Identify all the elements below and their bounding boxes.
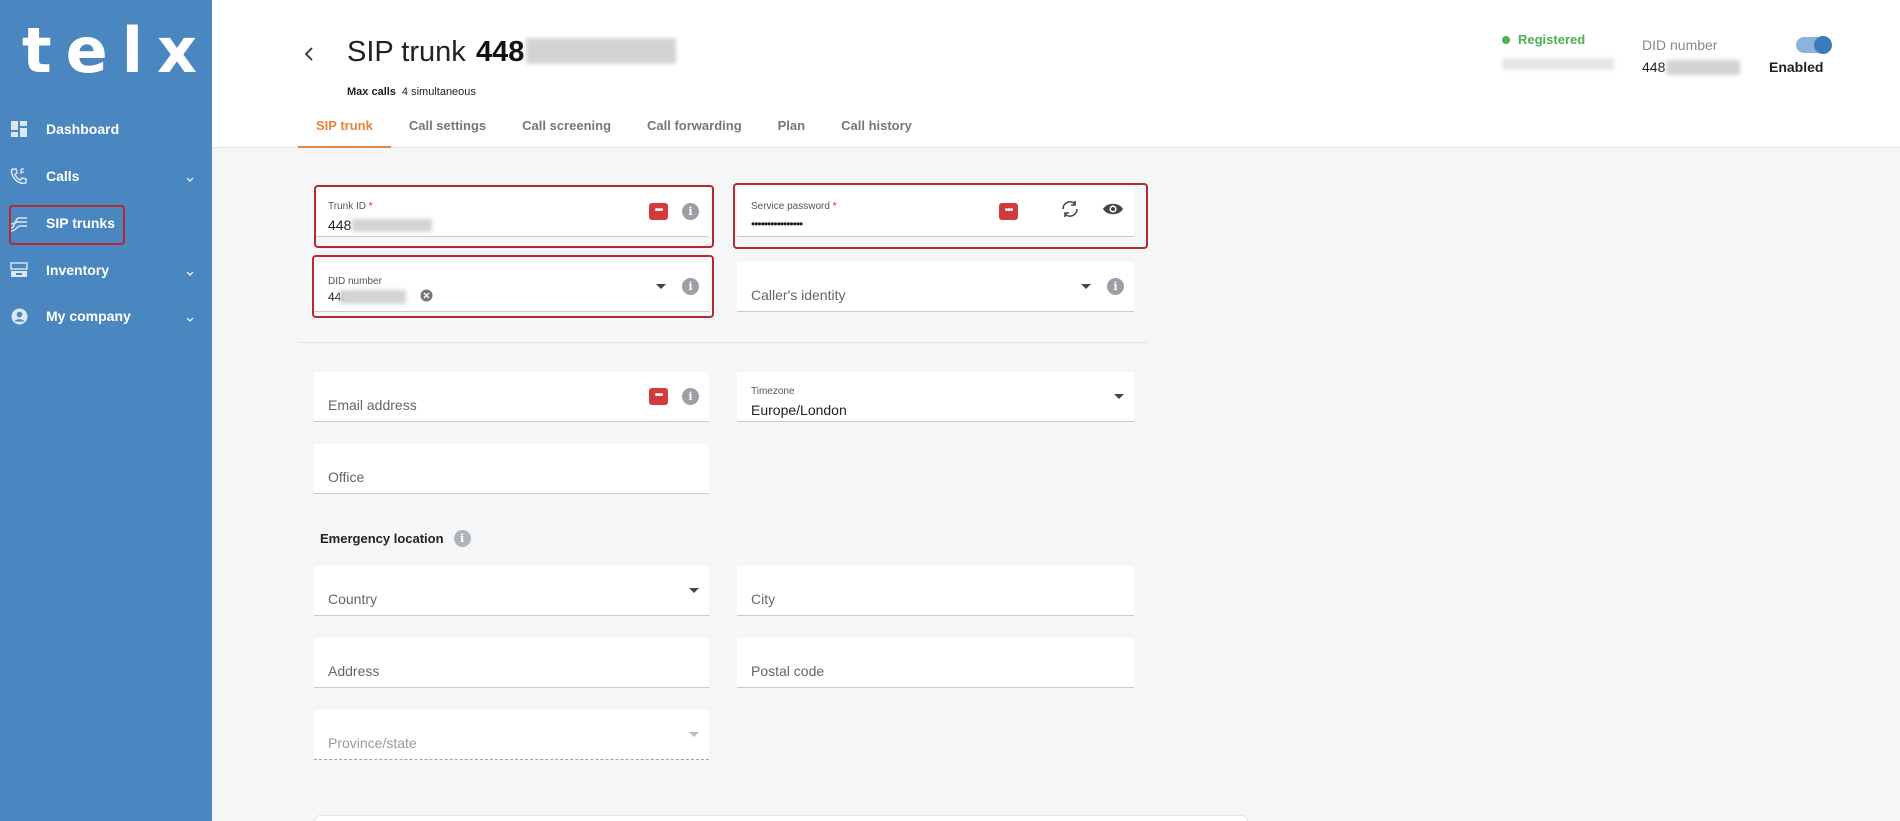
country-select[interactable]: Country — [314, 566, 709, 616]
password-manager-icon[interactable]: ••• — [649, 388, 668, 405]
tab-plan[interactable]: Plan — [760, 108, 823, 148]
sip-trunks-highlight — [9, 205, 125, 245]
registration-detail-blurred — [1502, 58, 1614, 70]
page-header: SIP trunk 448 Max calls 4 simultaneous SI… — [212, 0, 1900, 148]
city-placeholder: City — [751, 591, 776, 607]
phone-icon — [10, 167, 28, 185]
sidebar: telxi Dashboard Calls SIP trunks Invento… — [0, 0, 232, 821]
chevron-down-icon — [186, 264, 194, 280]
timezone-value: Europe/London — [751, 402, 847, 418]
timezone-select[interactable]: Timezone Europe/London — [737, 372, 1134, 422]
chevron-down-icon — [186, 170, 194, 186]
address-placeholder: Address — [328, 663, 380, 679]
info-icon[interactable]: i — [682, 388, 699, 405]
service-password-highlight — [733, 183, 1148, 249]
tab-call-forwarding[interactable]: Call forwarding — [629, 108, 760, 148]
account-circle-icon — [10, 307, 28, 325]
trunk-id-highlight — [314, 185, 714, 248]
callers-identity-placeholder: Caller's identity — [751, 287, 846, 303]
callers-identity-select[interactable]: Caller's identity i — [737, 262, 1134, 312]
section-divider — [298, 342, 1148, 343]
did-number-highlight — [312, 255, 714, 318]
next-section-card — [314, 815, 1248, 821]
caret-down-icon[interactable] — [689, 588, 699, 593]
caret-down-icon[interactable] — [1081, 284, 1091, 289]
sidebar-item-inventory[interactable]: Inventory — [0, 250, 212, 290]
status-dot — [1502, 35, 1510, 44]
province-placeholder: Province/state — [328, 735, 417, 751]
office-placeholder: Office — [328, 469, 365, 485]
sidebar-item-label: Calls — [46, 168, 80, 184]
header-did-value: 448 — [1642, 59, 1741, 75]
inventory-icon — [10, 261, 28, 279]
toggle-knob — [1814, 36, 1832, 54]
caret-down-icon[interactable] — [1114, 394, 1124, 399]
info-icon[interactable]: i — [453, 530, 471, 547]
sidebar-item-label: Dashboard — [46, 121, 120, 137]
postal-code-field[interactable]: Postal code — [737, 638, 1134, 688]
tab-call-history[interactable]: Call history — [823, 108, 930, 148]
tab-sip-trunk[interactable]: SIP trunk — [298, 108, 391, 148]
sidebar-item-my-company[interactable]: My company — [0, 296, 212, 336]
trunk-number: 448 — [476, 36, 677, 69]
sidebar-item-dashboard[interactable]: Dashboard — [0, 109, 212, 149]
page-title: SIP trunk — [347, 36, 466, 68]
country-placeholder: Country — [328, 591, 378, 607]
postal-code-placeholder: Postal code — [751, 663, 825, 679]
header-did-label: DID number — [1642, 37, 1718, 53]
emergency-location-title: Emergency location i — [320, 530, 471, 547]
province-select[interactable]: Province/state — [314, 710, 709, 760]
registration-status: Registered — [1502, 32, 1585, 47]
email-placeholder: Email address — [328, 397, 417, 413]
tab-bar: SIP trunk Call settings Call screening C… — [298, 108, 930, 148]
toggle-label: Enabled — [1769, 59, 1824, 75]
tab-call-settings[interactable]: Call settings — [391, 108, 504, 148]
office-field[interactable]: Office — [314, 444, 709, 494]
enabled-toggle[interactable] — [1796, 36, 1832, 54]
dashboard-icon — [10, 120, 28, 138]
sidebar-item-calls[interactable]: Calls — [0, 156, 212, 196]
caret-down-icon[interactable] — [689, 732, 699, 737]
info-icon[interactable]: i — [1107, 278, 1124, 295]
max-calls-info: Max calls 4 simultaneous — [347, 86, 476, 98]
email-field[interactable]: Email address ••• i — [314, 372, 709, 422]
address-field[interactable]: Address — [314, 638, 709, 688]
sidebar-item-label: My company — [46, 308, 131, 324]
chevron-down-icon — [186, 310, 194, 326]
tab-call-screening[interactable]: Call screening — [504, 108, 629, 148]
chevron-left-icon[interactable] — [304, 44, 314, 67]
timezone-label: Timezone — [751, 386, 795, 397]
city-field[interactable]: City — [737, 566, 1134, 616]
sidebar-item-label: Inventory — [46, 262, 110, 278]
